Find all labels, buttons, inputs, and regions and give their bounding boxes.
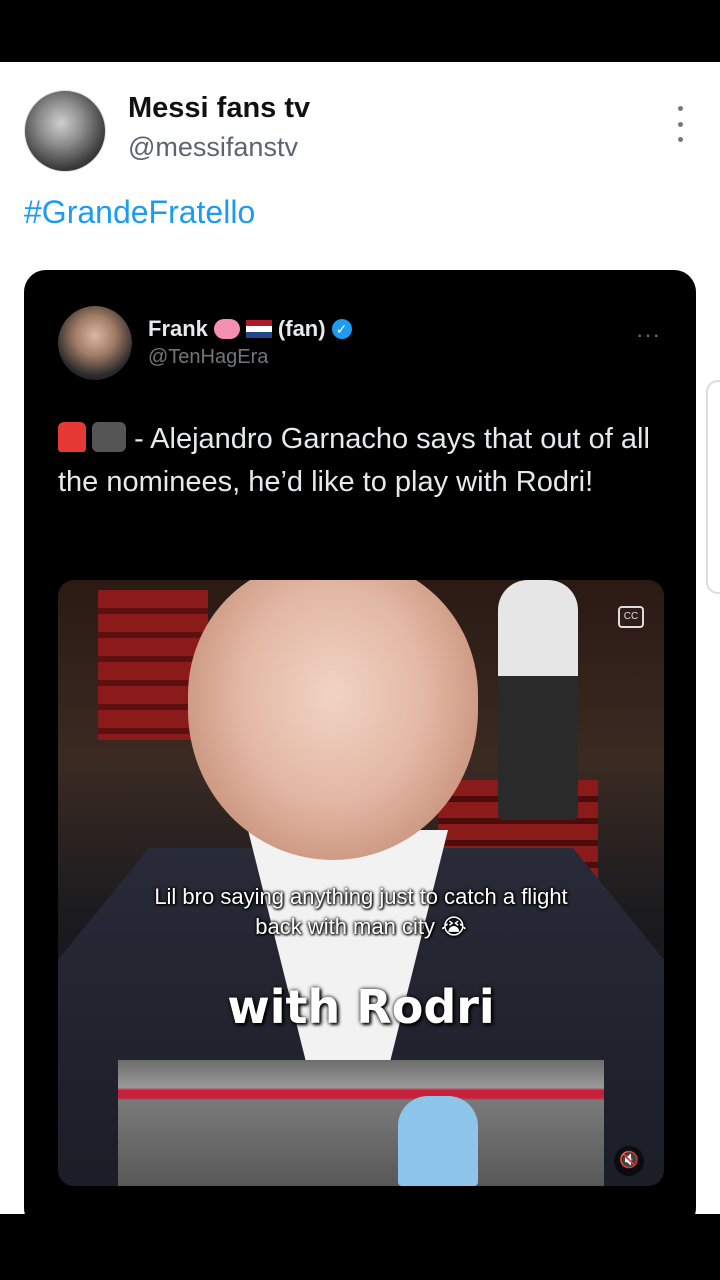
hashtag-link[interactable]: #GrandeFratello: [24, 194, 255, 231]
video-player[interactable]: CC Lil bro saying anything just to catch…: [58, 580, 664, 1186]
quoted-author-suffix: (fan): [277, 316, 326, 341]
quoted-author-name[interactable]: Frank: [148, 316, 208, 342]
quoted-tweet-text: - Alejandro Garnacho says that out of al…: [58, 418, 668, 504]
author-handle[interactable]: @messifanstv: [128, 132, 298, 163]
video-caption: Lil bro saying anything just to catch a …: [78, 882, 644, 942]
inset-player: [398, 1096, 478, 1186]
quoted-author-handle[interactable]: @TenHagEra: [148, 346, 268, 369]
captions-icon[interactable]: CC: [618, 606, 644, 628]
status-bar: [0, 0, 720, 62]
navigation-bar: [0, 1214, 720, 1280]
scroll-handle[interactable]: [706, 380, 720, 594]
quoted-avatar[interactable]: [58, 306, 132, 380]
avatar[interactable]: [24, 90, 106, 172]
mute-icon[interactable]: 🔇: [614, 1146, 644, 1176]
quoted-author-row: Frank (fan) ✓: [148, 316, 352, 342]
verified-icon: ✓: [331, 319, 352, 339]
camera-icon: [92, 422, 126, 452]
brain-icon: [213, 319, 240, 339]
caption-line-2: back with man city 😭: [255, 914, 467, 939]
netherlands-flag-icon: [245, 320, 272, 338]
more-options-icon[interactable]: [668, 106, 692, 142]
inset-clip: [118, 1060, 604, 1186]
quoted-more-icon[interactable]: ···: [636, 322, 661, 348]
author-name[interactable]: Messi fans tv: [128, 92, 310, 125]
video-overlay-text: with Rodri: [227, 980, 495, 1034]
tweet-card[interactable]: Messi fans tv @messifanstv #GrandeFratel…: [0, 62, 720, 1214]
siren-icon: [58, 422, 86, 452]
caption-line-1: Lil bro saying anything just to catch a …: [154, 884, 568, 909]
quoted-tweet[interactable]: Frank (fan) ✓ @TenHagEra ··· - Alejandro…: [24, 270, 696, 1214]
quoted-tweet-body: - Alejandro Garnacho says that out of al…: [58, 423, 650, 498]
background-person: [498, 580, 578, 820]
face: [188, 580, 478, 860]
